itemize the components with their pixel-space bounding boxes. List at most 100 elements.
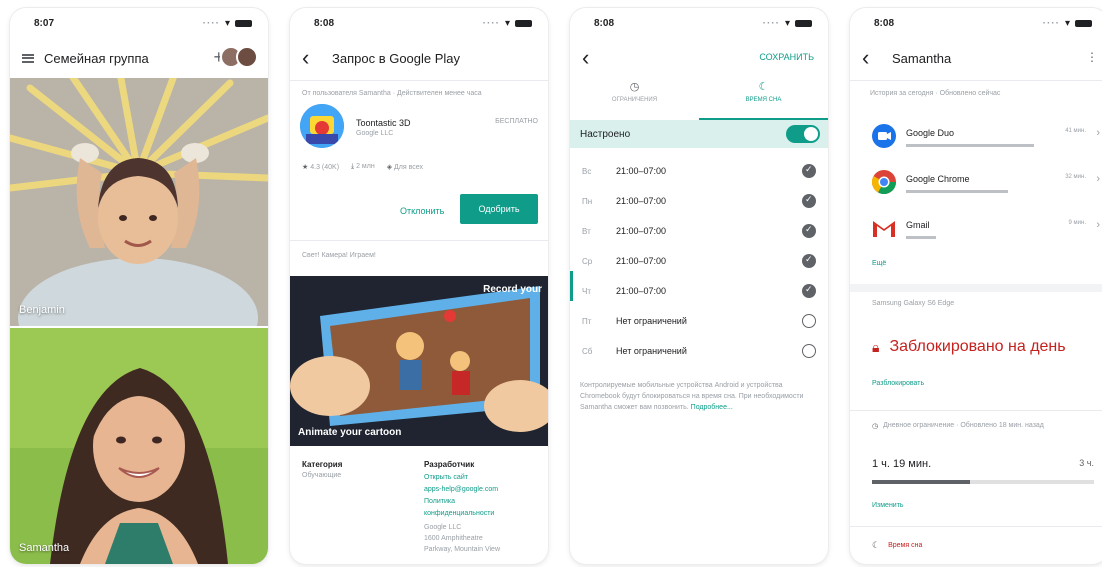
tab-sleep[interactable]: ☾ ВРЕМЯ СНА [699, 80, 828, 120]
sleep-time-row[interactable]: ☾ Время сна [872, 540, 922, 551]
more-link[interactable]: Подробнее... [691, 404, 733, 411]
developer-address: Google LLC 1600 Amphitheatre Parkway, Mo… [424, 522, 500, 555]
sleep-time-label: Время сна [888, 542, 923, 549]
app-meta: ★ 4.3 (40K) ⤓ 2 млн ◈ Для всех [302, 163, 423, 171]
banner-bottom-text: Animate your cartoon [298, 427, 402, 438]
app-bar: ‹ Samantha ⋮ [850, 38, 1102, 78]
day-row[interactable]: Вс 21:00–07:00 [570, 156, 828, 186]
category-value: Обучающие [302, 472, 342, 479]
more-apps-link[interactable]: Ещё [872, 260, 886, 267]
day-checkbox[interactable] [802, 314, 816, 328]
request-note: От пользователя Samantha · Действителен … [302, 90, 482, 97]
phone-play-request: 8:08 ···· ▾ ‹ Запрос в Google Play От пол… [290, 8, 548, 564]
phone-sleep-time: 8:08 ···· ▾ ‹ СОХРАНИТЬ ◷ ОГРАНИЧЕНИЯ ☾ В… [570, 8, 828, 564]
day-row[interactable]: Ср 21:00–07:00 [570, 246, 828, 276]
page-title: Samantha [892, 50, 952, 66]
save-button[interactable]: СОХРАНИТЬ [759, 52, 814, 62]
configured-row: Настроено [570, 120, 828, 148]
usage-bar [906, 144, 1034, 147]
page-title: Семейная группа [44, 50, 149, 66]
day-label: Сб [582, 346, 593, 356]
day-checkbox[interactable] [802, 344, 816, 358]
member-name: Samantha [19, 542, 70, 554]
tab-restrictions[interactable]: ◷ ОГРАНИЧЕНИЯ [570, 80, 699, 120]
limit-progress-track [872, 480, 1094, 484]
status-time: 8:08 [874, 17, 895, 29]
day-checkbox[interactable] [802, 224, 816, 238]
avatar [236, 46, 258, 68]
app-name: Toontastic 3D [356, 118, 411, 128]
day-label: Вс [582, 166, 592, 176]
star-icon: ★ [302, 164, 311, 171]
member-avatars[interactable] [220, 46, 258, 68]
day-time: 21:00–07:00 [616, 286, 667, 296]
app-usage-row[interactable]: Gmail 9 мин. › [850, 214, 1102, 258]
daily-limit-text: Дневное ограничение · Обновлено 18 мин. … [883, 422, 1044, 429]
developer-email-link[interactable]: apps-help@google.com [424, 484, 498, 496]
app-bar: Семейная группа + [10, 38, 268, 78]
day-label: Ср [582, 256, 593, 266]
app-usage-row[interactable]: Google Chrome 32 мин. › [850, 168, 1102, 212]
day-time: Нет ограничений [616, 346, 687, 356]
more-icon[interactable]: ⋮ [1086, 50, 1098, 64]
status-icons: ···· ▾ [1043, 18, 1092, 29]
day-checkbox[interactable] [802, 254, 816, 268]
member-card-samantha[interactable]: Samantha [10, 328, 268, 564]
google-chrome-icon [872, 170, 896, 194]
status-icons: ···· ▾ [763, 18, 812, 29]
active-day-indicator [570, 271, 573, 301]
battery-icon [1075, 19, 1092, 27]
day-time: Нет ограничений [616, 316, 687, 326]
app-name: Gmail [906, 220, 930, 230]
day-row[interactable]: Вт 21:00–07:00 [570, 216, 828, 246]
app-banner[interactable]: Record your Animate your cartoon [290, 276, 548, 446]
app-icon [300, 104, 344, 148]
daily-limit-header: ◷ Дневное ограничение · Обновлено 18 мин… [872, 422, 1044, 430]
back-icon[interactable]: ‹ [582, 47, 602, 69]
history-header: История за сегодня · Обновлено сейчас [870, 90, 1001, 97]
status-time: 8:08 [314, 17, 335, 29]
change-limit-button[interactable]: Изменить [872, 502, 904, 509]
status-icons: ···· ▾ [483, 18, 532, 29]
timer-icon: ◷ [872, 423, 879, 430]
unlock-button[interactable]: Разблокировать [872, 380, 924, 387]
day-label: Чт [582, 286, 591, 296]
day-label: Вт [582, 226, 591, 236]
privacy-policy-link[interactable]: Политика [424, 496, 498, 508]
member-card-benjamin[interactable]: Benjamin [10, 78, 268, 326]
app-duration: 32 мин. [1065, 174, 1086, 180]
usage-bar [906, 236, 936, 239]
developer-website-link[interactable]: Открыть сайт [424, 472, 498, 484]
day-row[interactable]: Пт Нет ограничений [570, 306, 828, 336]
used-time: 1 ч. 19 мин. [872, 458, 932, 470]
day-time: 21:00–07:00 [616, 166, 667, 176]
back-icon[interactable]: ‹ [302, 47, 322, 69]
menu-icon[interactable] [22, 53, 34, 63]
approve-button[interactable]: Одобрить [460, 194, 538, 224]
day-checkbox[interactable] [802, 194, 816, 208]
developer-label: Разработчик [424, 460, 475, 469]
app-bar: ‹ СОХРАНИТЬ [570, 38, 828, 78]
phone-family-group: 8:07 ···· ▾ Семейная группа + Benjamin S… [10, 8, 268, 564]
back-icon[interactable]: ‹ [862, 47, 882, 69]
day-time: 21:00–07:00 [616, 256, 667, 266]
status-time: 8:08 [594, 17, 615, 29]
divider [850, 526, 1102, 527]
day-row[interactable]: Чт 21:00–07:00 [570, 276, 828, 306]
app-price: БЕСПЛАТНО [495, 118, 538, 125]
day-checkbox[interactable] [802, 164, 816, 178]
decline-button[interactable]: Отклонить [400, 206, 444, 216]
privacy-policy-link-2[interactable]: конфиденциальности [424, 508, 498, 520]
content-rating-icon: ◈ [386, 164, 395, 171]
status-icons: ···· ▾ [203, 18, 252, 29]
app-bar: ‹ Запрос в Google Play [290, 38, 548, 78]
day-row[interactable]: Пн 21:00–07:00 [570, 186, 828, 216]
category-label: Категория [302, 460, 343, 469]
app-usage-row[interactable]: Google Duo 41 мин. › [850, 122, 1102, 166]
sleep-toggle[interactable] [786, 125, 820, 143]
day-checkbox[interactable] [802, 284, 816, 298]
section-gap [850, 284, 1102, 292]
usage-bar [906, 190, 1008, 193]
day-row[interactable]: Сб Нет ограничений [570, 336, 828, 366]
app-duration: 9 мин. [1068, 220, 1086, 226]
